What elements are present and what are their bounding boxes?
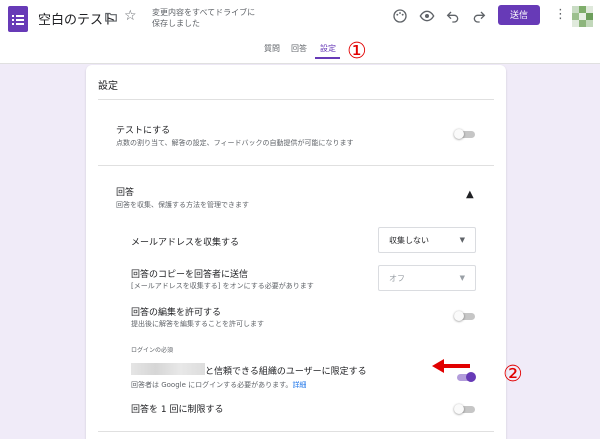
tab-settings[interactable]: 設定 (320, 43, 336, 54)
forms-icon-line (16, 23, 24, 25)
collect-email-value: 収集しない (389, 236, 429, 245)
forms-icon-dot (12, 15, 14, 17)
undo-icon[interactable] (445, 8, 461, 24)
forms-icon-dot (12, 23, 14, 25)
save-status-text: 変更内容をすべてドライブに保存しました (152, 8, 256, 28)
send-copy-desc: [メールアドレスを収集する] をオンにする必要があります (131, 282, 314, 290)
send-button[interactable]: 送信 (498, 5, 540, 25)
send-copy-value: オフ (389, 274, 405, 283)
login-required-heading: ログインの必須 (131, 347, 174, 354)
redo-icon[interactable] (471, 8, 487, 24)
allow-edit-desc: 提出後に解答を編集することを許可します (131, 320, 264, 328)
forms-icon[interactable] (8, 6, 28, 32)
test-setting-desc: 点数の割り当て、解答の設定、フィードバックの自動提供が可能になります (116, 139, 354, 147)
collect-email-label: メールアドレスを収集する (131, 238, 240, 248)
forms-icon-line (16, 19, 24, 21)
active-tab-indicator (315, 57, 340, 59)
forms-icon-line (16, 15, 24, 17)
tab-responses[interactable]: 回答 (291, 43, 307, 54)
more-vert-icon[interactable]: ⋮ (554, 8, 567, 22)
tab-questions[interactable]: 質問 (264, 43, 280, 54)
limit-one-label: 回答を 1 回に制限する (131, 405, 224, 415)
limit-one-toggle[interactable] (454, 404, 476, 414)
learn-more-link[interactable]: 詳細 (292, 381, 306, 389)
avatar[interactable] (572, 6, 594, 28)
forms-icon-dot (12, 19, 14, 21)
send-copy-label: 回答のコピーを回答者に送信 (131, 270, 249, 280)
test-setting-title: テストにする (116, 126, 171, 136)
divider (98, 165, 494, 166)
test-toggle[interactable] (454, 129, 476, 139)
allow-edit-toggle[interactable] (454, 311, 476, 321)
annotation-1: ① (347, 39, 367, 64)
settings-card: 設定 テストにする 点数の割り当て、解答の設定、フィードバックの自動提供が可能に… (86, 65, 506, 439)
annotation-2: ② (503, 362, 523, 387)
app-header: 空白のテスト ☆ 変更内容をすべてドライブに保存しました 送信 ⋮ 質問 回答 … (0, 0, 600, 64)
chevron-up-icon[interactable]: ▲ (466, 189, 474, 200)
folder-icon[interactable] (104, 10, 118, 24)
restrict-org-desc: 回答者は Google にログインする必要があります。詳細 (131, 380, 306, 390)
restrict-org-label: と信頼できる組織のユーザーに限定する (205, 367, 367, 377)
preview-eye-icon[interactable] (419, 8, 435, 24)
red-arrow-icon (432, 359, 470, 373)
card-title: 設定 (98, 81, 118, 92)
divider (98, 99, 494, 100)
collect-email-select[interactable]: 収集しない ▼ (378, 227, 476, 253)
redacted-domain (131, 363, 205, 375)
palette-icon[interactable] (392, 8, 408, 24)
dropdown-arrow-icon: ▼ (459, 236, 465, 244)
star-icon[interactable]: ☆ (124, 8, 137, 24)
dropdown-arrow-icon: ▼ (459, 274, 465, 282)
responses-section-desc: 回答を収集、保護する方法を管理できます (116, 201, 249, 209)
allow-edit-label: 回答の編集を許可する (131, 308, 222, 318)
restrict-org-desc-text: 回答者は Google にログインする必要があります。 (131, 381, 293, 389)
send-copy-select[interactable]: オフ ▼ (378, 265, 476, 291)
responses-section-title: 回答 (116, 188, 135, 198)
divider (98, 431, 494, 432)
